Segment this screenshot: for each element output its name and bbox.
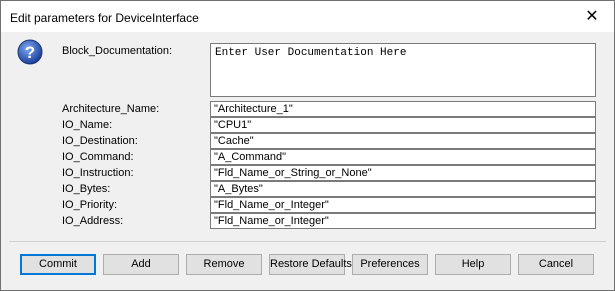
- io-bytes-field[interactable]: "A_Bytes": [210, 181, 596, 197]
- close-icon[interactable]: ✕: [570, 1, 614, 32]
- label-architecture-name: Architecture_Name:: [62, 103, 160, 115]
- add-button[interactable]: Add: [103, 254, 179, 275]
- remove-button[interactable]: Remove: [186, 254, 262, 275]
- commit-button[interactable]: Commit: [20, 254, 96, 275]
- title-bar: Edit parameters for DeviceInterface ✕: [1, 1, 614, 32]
- io-destination-field[interactable]: "Cache": [210, 133, 596, 149]
- svg-text:?: ?: [25, 43, 35, 62]
- dialog-window: Edit parameters for DeviceInterface ✕ ? …: [0, 0, 615, 291]
- label-block-documentation: Block_Documentation:: [62, 45, 173, 57]
- label-io-bytes: IO_Bytes:: [62, 183, 111, 195]
- cancel-button[interactable]: Cancel: [518, 254, 594, 275]
- label-io-destination: IO_Destination:: [62, 135, 138, 147]
- label-io-priority: IO_Priority:: [62, 199, 118, 211]
- block-documentation-textarea[interactable]: Enter User Documentation Here: [210, 43, 596, 97]
- label-io-instruction: IO_Instruction:: [62, 167, 134, 179]
- io-address-field[interactable]: "Fld_Name_or_Integer": [210, 213, 596, 229]
- io-priority-field[interactable]: "Fld_Name_or_Integer": [210, 197, 596, 213]
- help-button[interactable]: Help: [435, 254, 511, 275]
- io-command-field[interactable]: "A_Command": [210, 149, 596, 165]
- io-name-field[interactable]: "CPU1": [210, 117, 596, 133]
- separator: [9, 241, 606, 242]
- io-instruction-field[interactable]: "Fld_Name_or_String_or_None": [210, 165, 596, 181]
- dialog-title: Edit parameters for DeviceInterface: [10, 11, 199, 25]
- label-io-command: IO_Command:: [62, 151, 134, 163]
- architecture-name-field[interactable]: "Architecture_1": [210, 101, 596, 117]
- preferences-button[interactable]: Preferences: [352, 254, 428, 275]
- question-mark-icon: ?: [17, 39, 43, 65]
- label-io-name: IO_Name:: [62, 119, 113, 131]
- label-io-address: IO_Address:: [62, 215, 124, 227]
- restore-defaults-button[interactable]: Restore Defaults: [269, 254, 352, 275]
